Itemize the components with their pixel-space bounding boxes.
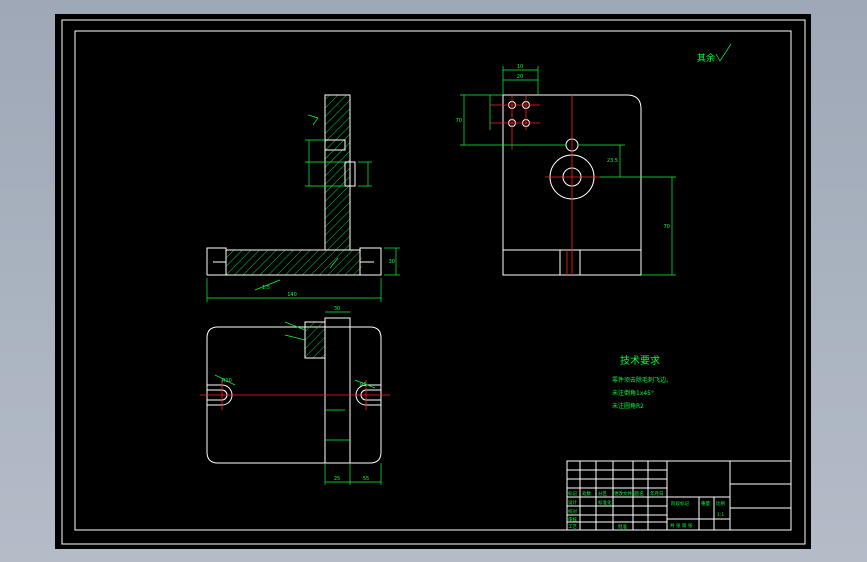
tech-req-line-2: 未注倒角1x45° — [612, 389, 654, 397]
side-h-dim: 70 — [664, 224, 670, 230]
side-w-dim: 70 — [456, 118, 462, 124]
side-view: 70 23.5 70 10 20 — [456, 64, 676, 276]
tb-label-review: 审核 — [568, 516, 577, 523]
top-dim-b: 25 — [334, 476, 340, 482]
tb-row-1: 处数 — [582, 490, 591, 497]
front-height-dim: 30 — [389, 259, 395, 265]
tb-row-0: 标记 — [568, 490, 577, 497]
tech-req-title: 技术要求 — [620, 354, 660, 367]
tb-label-approve: 批准 — [618, 523, 627, 530]
front-base-hatch — [226, 250, 362, 275]
top-dim-c: 55 — [363, 476, 369, 482]
tb-scale-val: 1:1 — [717, 512, 724, 518]
cad-viewport[interactable]: 140 30 1:5 70 23.5 70 10 20 30 25 55 R10… — [0, 0, 867, 562]
tech-req-line-3: 未注圆角R2 — [612, 402, 644, 410]
svg-text:其余: 其余 — [697, 52, 715, 64]
tb-label-process: 工艺 — [568, 524, 577, 530]
front-web-hatch — [325, 95, 350, 250]
tb-label-design: 设计 — [568, 499, 577, 506]
outer-frame — [61, 19, 806, 545]
technical-requirements: 技术要求 零件须去除毛刺飞边。 未注倒角1x45° 未注圆角R2 — [612, 354, 672, 410]
tb-label-std: 标准化 — [598, 499, 612, 506]
side-pos-dim: 23.5 — [607, 158, 618, 164]
drawing-canvas: 140 30 1:5 70 23.5 70 10 20 30 25 55 R10… — [61, 19, 806, 545]
tb-sheet: 共 张 第 张 — [670, 522, 693, 529]
tb-row-4: 签名 — [635, 490, 644, 497]
title-block: 标记 处数 分区 更改文件号 签名 年月日 设计 校对 审核 工艺 标准化 批准… — [566, 460, 792, 531]
tb-row-3: 更改文件号 — [614, 490, 637, 497]
tb-weight: 重量 — [701, 500, 710, 507]
top-view: 30 25 55 R10 R5 — [200, 306, 390, 485]
tb-stage: 阶段标记 — [671, 500, 689, 507]
roughness-symbol: 其余 — [697, 43, 732, 64]
tb-scale: 比例 — [716, 500, 725, 507]
slope-dim: 1:5 — [262, 285, 270, 291]
r10-dim: R10 — [222, 378, 232, 384]
side-hole-dim-b: 20 — [517, 74, 523, 80]
tech-req-line-1: 零件须去除毛刺飞边。 — [612, 376, 672, 384]
side-hole-dim-a: 10 — [517, 64, 523, 70]
front-width-dim: 140 — [287, 292, 297, 298]
r5-dim: R5 — [360, 382, 367, 388]
inner-frame — [74, 30, 792, 531]
top-dim-a: 30 — [334, 306, 340, 312]
tb-label-check: 校对 — [568, 508, 577, 515]
front-view: 140 30 1:5 — [206, 94, 400, 302]
tb-row-5: 年月日 — [650, 490, 664, 497]
tb-row-2: 分区 — [598, 490, 607, 497]
